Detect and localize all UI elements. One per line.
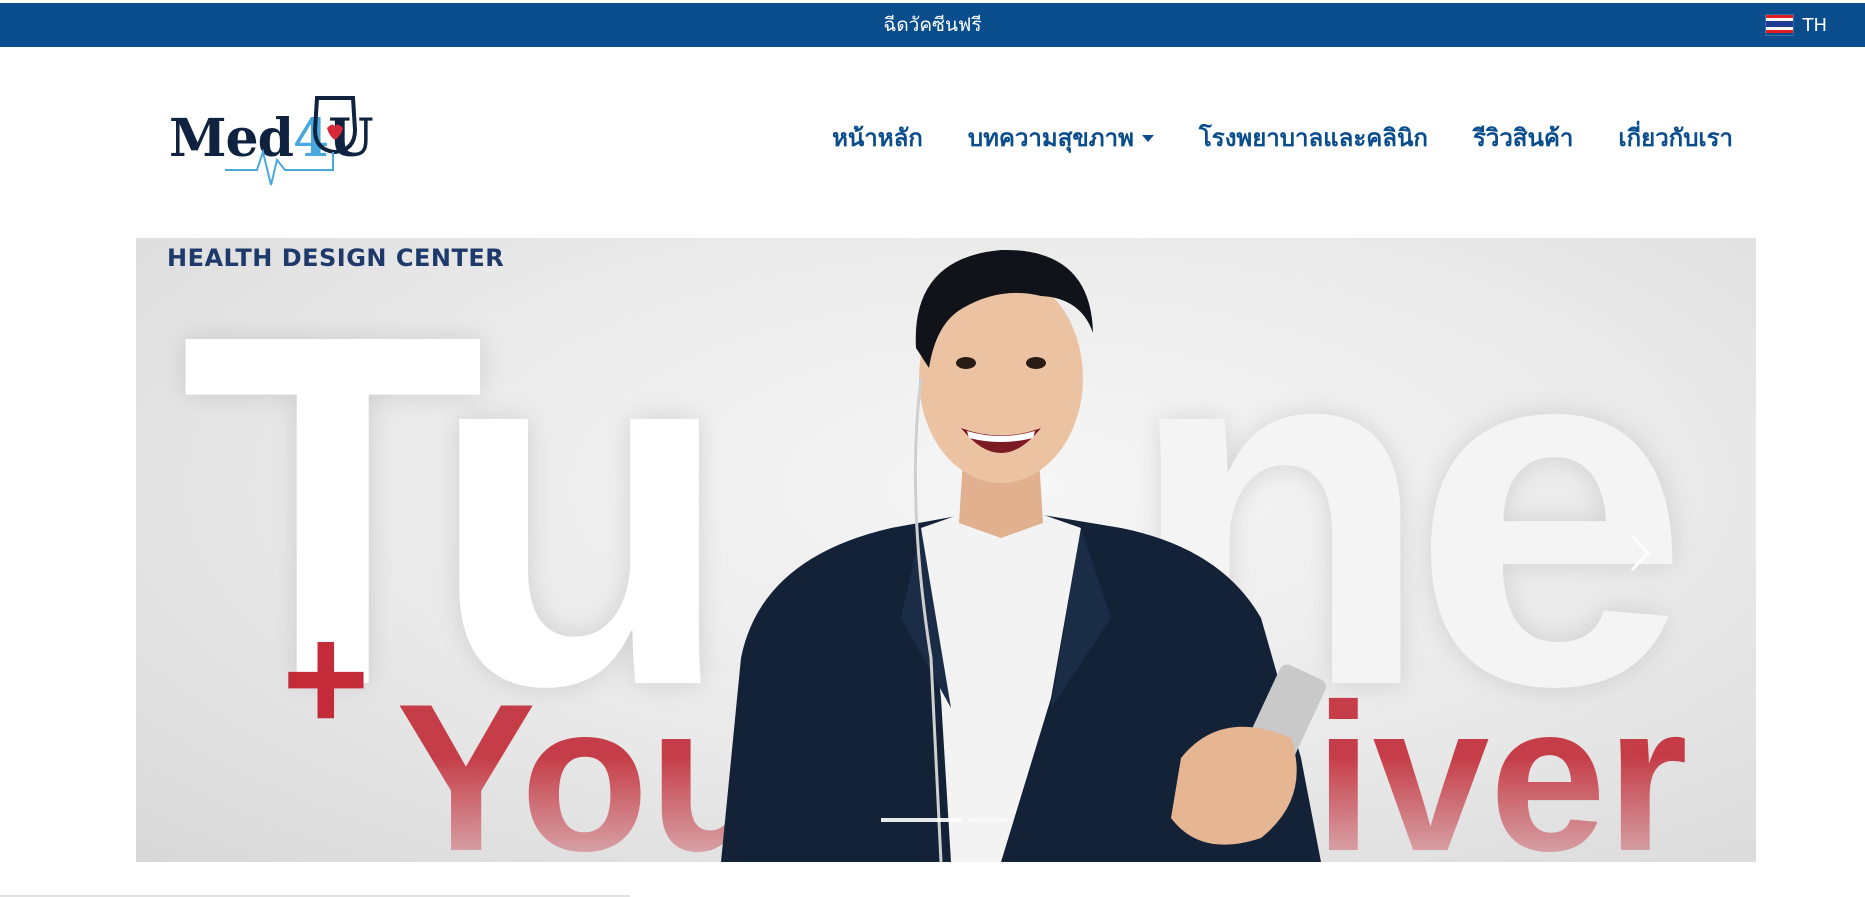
language-label: TH xyxy=(1802,14,1827,36)
hero-carousel[interactable]: Tu ne HEALTH DESIGN CENTER + Your Liver xyxy=(136,238,1756,862)
hero-plus-sign: + xyxy=(282,594,370,762)
nav-about-us[interactable]: เกี่ยวกับเรา xyxy=(1618,118,1733,157)
hero-person-image xyxy=(721,249,1326,862)
hero-brand-label: HEALTH DESIGN CENTER xyxy=(167,244,505,272)
carousel-indicator-2[interactable] xyxy=(969,818,1007,822)
carousel-indicators xyxy=(881,818,1007,822)
top-announcement-bar: ฉีดวัคซีนฟรี TH xyxy=(0,3,1865,47)
caret-down-icon xyxy=(1141,135,1154,142)
nav-home[interactable]: หน้าหลัก xyxy=(832,118,923,157)
nav-health-articles[interactable]: บทความสุขภาพ xyxy=(968,118,1154,157)
site-logo[interactable]: Med4U xyxy=(165,90,374,195)
carousel-next-chevron-icon[interactable] xyxy=(1620,528,1660,578)
nav-hospitals-clinics[interactable]: โรงพยาบาลและคลินิก xyxy=(1199,118,1428,157)
carousel-indicator-1[interactable] xyxy=(881,818,961,822)
main-navigation: หน้าหลัก บทความสุขภาพ โรงพยาบาลและคลินิก… xyxy=(832,118,1733,157)
thai-flag-icon xyxy=(1765,14,1795,36)
nav-product-reviews[interactable]: รีวิวสินค้า xyxy=(1473,118,1573,157)
language-switcher[interactable]: TH xyxy=(1765,3,1827,47)
promo-text[interactable]: ฉีดวัคซีนฟรี xyxy=(0,3,1865,47)
stethoscope-heartbeat-icon xyxy=(225,96,358,186)
